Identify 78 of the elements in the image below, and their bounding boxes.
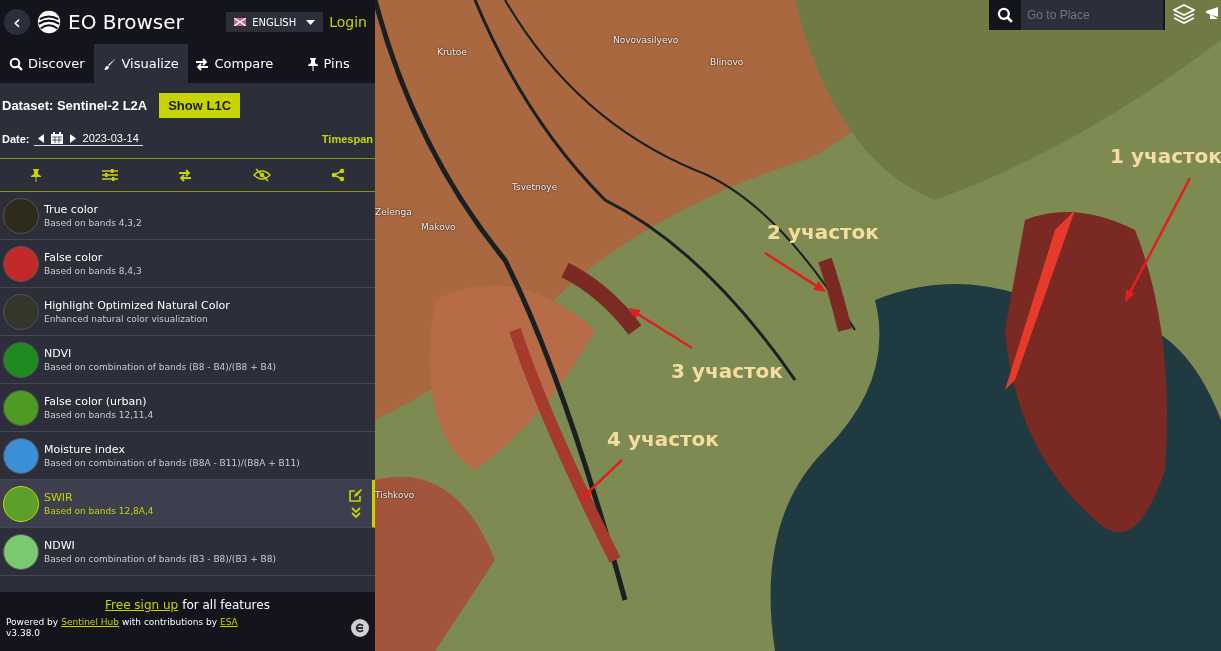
annotation-arrow xyxy=(580,459,623,500)
next-date-icon[interactable] xyxy=(69,133,76,143)
layer-name: False color xyxy=(44,251,104,264)
dataset-label: Dataset: Sentinel-2 L2A xyxy=(2,98,148,113)
sign-up-text: for all features xyxy=(182,598,270,612)
layer-description: Based on bands 12,8A,4 xyxy=(44,506,155,516)
tab[interactable]: Visualize xyxy=(93,44,188,83)
layer-name: NDWI xyxy=(44,539,76,552)
sentinel-hub-link[interactable]: Sentinel Hub xyxy=(61,617,119,627)
contributions-text: with contributions by xyxy=(121,617,218,627)
place-label: Tishkovo xyxy=(375,490,415,500)
place-label: Krutoe xyxy=(437,47,467,57)
date-picker[interactable]: 2023-03-14 xyxy=(33,132,143,146)
layer-name: NDVI xyxy=(44,347,73,360)
layer-description: Based on bands 12,11,4 xyxy=(44,410,155,420)
annotation-label: 4 участок xyxy=(607,427,719,451)
layer-item[interactable]: True color Based on bands 4,3,2 xyxy=(0,192,375,240)
place-label: Tsvetnoye xyxy=(512,182,558,192)
timespan-link[interactable]: Timespan xyxy=(321,133,373,145)
caret-icon xyxy=(306,19,316,25)
version-text: v3.38.0 xyxy=(6,628,41,638)
place-label: Makovo xyxy=(421,222,456,232)
layer-item[interactable]: Highlight Optimized Natural Color Enhanced natural color visualization xyxy=(0,288,375,336)
calendar-icon[interactable] xyxy=(50,132,63,144)
layers-icon xyxy=(1173,2,1195,25)
annotation-arrow xyxy=(628,308,693,350)
layer-item[interactable]: NDWI Based on combination of bands (B3 - B8)/(B3 + B8) xyxy=(0,528,375,576)
pin-icon[interactable] xyxy=(29,168,42,182)
flag-icon xyxy=(234,18,247,26)
login-link[interactable]: Login xyxy=(329,14,367,30)
previous-date-icon[interactable] xyxy=(37,133,44,143)
logo-icon xyxy=(351,618,369,637)
layer-name: True color xyxy=(44,203,99,216)
show-l1c-button[interactable]: Show L1C xyxy=(159,93,241,118)
sign-up-link[interactable]: Free sign up xyxy=(105,598,179,612)
layer-name: SWIR xyxy=(44,491,74,504)
layer-name: Highlight Optimized Natural Color xyxy=(44,299,231,312)
esa-link[interactable]: ESA xyxy=(220,617,238,627)
layer-item[interactable]: False color (urban) Based on bands 12,11,4 xyxy=(0,384,375,432)
app-title: EO Browser xyxy=(68,10,185,34)
annotation-label: 2 участок xyxy=(767,220,879,244)
swap-icon xyxy=(195,56,210,71)
layer-description: Based on bands 8,4,3 xyxy=(44,266,143,276)
place-label: Blinovo xyxy=(710,57,744,67)
layer-item[interactable]: SWIR Based on bands 12,8A,4 xyxy=(0,480,375,528)
share-icon[interactable] xyxy=(331,168,346,182)
globe-logo-icon xyxy=(36,9,62,35)
layer-description: Based on combination of bands (B8A - B11)/(B8A + B11) xyxy=(44,458,301,468)
layer-item[interactable]: NDVI Based on combination of bands (B8 - B4)/(B8 + B4) xyxy=(0,336,375,384)
brush-icon xyxy=(102,56,117,71)
annotation-label: 3 участок xyxy=(671,359,783,383)
hidden-eye-icon[interactable] xyxy=(253,168,272,182)
search-field[interactable]: Go to Place xyxy=(989,0,1165,30)
swap-icon[interactable] xyxy=(177,168,194,182)
search-icon[interactable] xyxy=(997,7,1013,23)
layer-name: False color (urban) xyxy=(44,395,148,408)
place-label: Zelenga xyxy=(375,207,412,217)
expand-icon[interactable] xyxy=(350,507,361,518)
search-icon xyxy=(9,56,24,71)
layer-description: Based on bands 4,3,2 xyxy=(44,218,143,228)
language-dropdown[interactable]: ENGLISH xyxy=(226,12,324,32)
tab[interactable]: Pins xyxy=(281,44,375,83)
layer-item[interactable]: False color Based on bands 8,4,3 xyxy=(0,240,375,288)
place-label: Novovasilyevo xyxy=(613,35,679,45)
layer-description: Based on combination of bands (B3 - B8)/(B3 + B8) xyxy=(44,554,277,564)
annotation-arrow xyxy=(764,251,826,292)
powered-by-text: Powered by xyxy=(6,617,59,627)
sliders-icon[interactable] xyxy=(101,168,118,182)
layer-description: Enhanced natural color visualization xyxy=(44,314,209,324)
pin-icon xyxy=(306,56,319,71)
date-label: Date: xyxy=(2,133,30,145)
edit-icon[interactable] xyxy=(349,489,362,502)
layer-name: Moisture index xyxy=(44,443,126,456)
tab[interactable]: Discover xyxy=(0,44,94,83)
tab[interactable]: Compare xyxy=(187,44,282,83)
back-button[interactable]: ‹ xyxy=(4,9,30,35)
annotation-label: 1 участок xyxy=(1110,144,1221,168)
layer-description: Based on combination of bands (B8 - B4)/(B8 + B4) xyxy=(44,362,277,372)
